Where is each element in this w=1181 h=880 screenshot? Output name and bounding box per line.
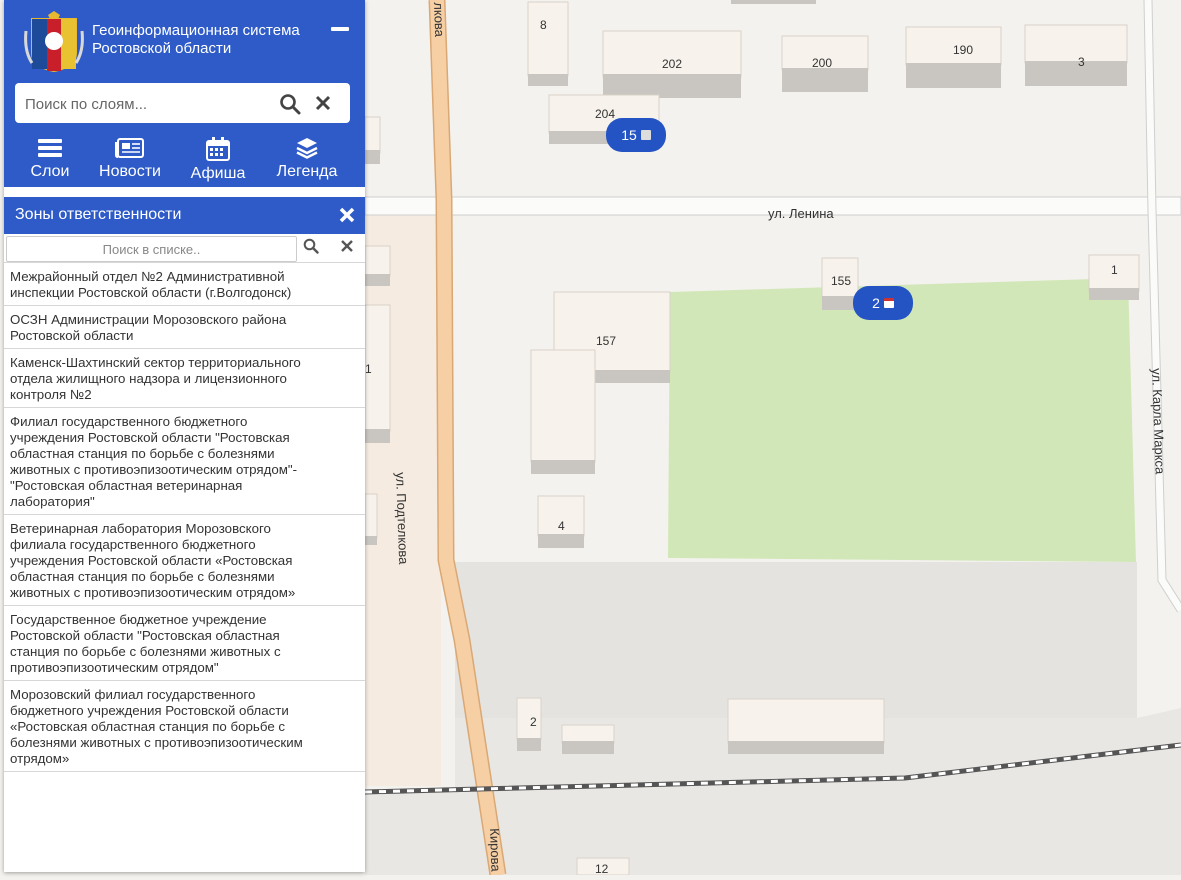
document-icon [640,130,651,140]
building-number: 190 [953,43,974,57]
layers-icon [296,138,318,159]
list-search-input[interactable] [6,236,297,262]
building-number: 157 [596,334,617,348]
nav-layers-button[interactable]: Слои [24,137,76,181]
system-title: Геоинформационная система Ростовской обл… [92,22,332,58]
nav-news-button[interactable]: Новости [94,137,166,181]
street-label-kirova: Кирова [487,828,504,872]
system-title-line1: Геоинформационная система [92,22,300,39]
layer-search-box [15,83,350,123]
building-number: 155 [831,274,852,288]
list-item[interactable]: Каменск-Шахтинский сектор территориально… [4,348,365,407]
building-number: 12 [595,862,609,876]
menu-icon [38,139,62,157]
building-number: 1 [1111,263,1118,277]
search-icon[interactable] [303,238,319,254]
building-number: 2 [530,715,537,729]
building-number: 8 [540,18,547,32]
zones-list: Межрайонный отдел №2 Административной ин… [4,262,365,772]
nav-label: Новости [99,163,161,180]
side-panel: Геоинформационная система Ростовской обл… [4,0,365,872]
nav-label: Легенда [276,163,338,180]
nav-label: Слои [30,163,70,180]
list-item[interactable]: Межрайонный отдел №2 Административной ин… [4,262,365,305]
building-number: 200 [812,56,833,70]
list-item[interactable]: Ветеринарная лаборатория Морозовского фи… [4,514,365,605]
news-cluster-marker[interactable]: 15 [606,118,666,152]
close-icon[interactable] [338,206,356,224]
clear-icon[interactable] [315,95,331,111]
list-item[interactable]: ОСЗН Администрации Морозовского района Р… [4,305,365,348]
marker-count: 2 [872,295,880,311]
newspaper-icon [115,138,144,158]
street-label-podtelkova: ул. Подтелкова [393,472,412,565]
layer-search-input[interactable] [23,91,267,117]
collapse-panel-button[interactable] [331,27,349,31]
building-number: 1 [365,362,372,376]
park-area [668,278,1136,562]
marker-count: 15 [621,127,637,143]
zones-title: Зоны ответственности [15,206,182,223]
list-search [4,236,365,262]
building-number: 3 [1078,55,1085,69]
list-item[interactable]: Морозовский филиал государственного бюдж… [4,680,365,772]
building-number: 204 [595,107,616,121]
search-icon[interactable] [279,93,301,115]
nav-label: Афиша [190,165,246,182]
street-label-lenina: ул. Ленина [768,206,834,221]
nav-events-button[interactable]: Афиша [187,137,249,183]
calendar-icon [883,298,894,308]
calendar-icon [206,137,230,161]
system-title-line2: Ростовской области [92,40,232,57]
event-cluster-marker[interactable]: 2 [853,286,913,320]
clear-icon[interactable] [341,240,353,252]
zones-header: Зоны ответственности [4,197,365,234]
street-label-podtelkova-top: лкова [431,2,448,38]
building-number: 4 [558,519,565,533]
panel-header: Геоинформационная система Ростовской обл… [4,0,365,190]
coat-of-arms-emblem [24,11,84,73]
nav-legend-button[interactable]: Легенда [270,137,344,181]
list-item[interactable]: Филиал государственного бюджетного учреж… [4,407,365,514]
list-item[interactable]: Государственное бюджетное учреждение Рос… [4,605,365,680]
building-number: 202 [662,57,683,71]
